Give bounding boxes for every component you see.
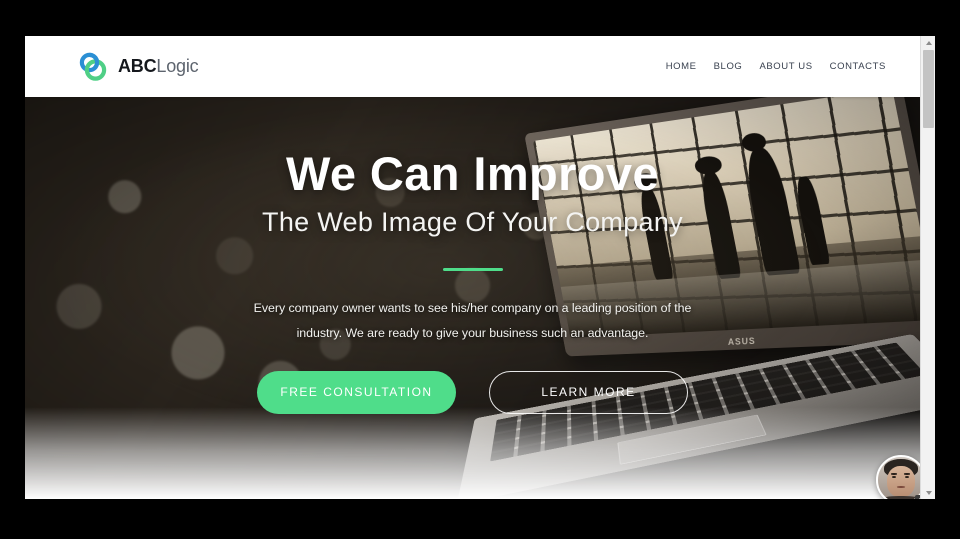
hero-subtitle: The Web Image Of Your Company [262, 207, 683, 238]
hero-section: ASUS We Can Improve The Web Image Of You… [25, 97, 920, 499]
brand-wordmark: ABCLogic [118, 56, 199, 77]
free-consultation-button[interactable]: FREE CONSULTATION [257, 370, 456, 414]
hero-content: We Can Improve The Web Image Of Your Com… [25, 97, 920, 499]
nav-item-contacts[interactable]: CONTACTS [830, 61, 886, 72]
avatar-skin [887, 466, 915, 497]
hero-action-buttons: FREE CONSULTATION LEARN MORE [257, 370, 688, 414]
avatar-face [878, 457, 920, 499]
screenshot-root: ABCLogic HOME BLOG ABOUT US CONTACTS We … [0, 0, 960, 539]
main-navigation: HOME BLOG ABOUT US CONTACTS [666, 61, 886, 72]
nav-item-blog[interactable]: BLOG [714, 61, 743, 72]
vertical-scrollbar[interactable] [920, 36, 935, 499]
chat-widget[interactable] [876, 455, 920, 499]
brand-name-bold: ABC [118, 56, 157, 76]
triangle-down-icon[interactable] [921, 486, 935, 499]
nav-item-about-us[interactable]: ABOUT US [759, 61, 812, 72]
avatar-brow [890, 473, 898, 475]
hero-paragraph: Every company owner wants to see his/her… [253, 300, 692, 341]
brand-logo[interactable]: ABCLogic [77, 51, 199, 82]
avatar-brow [903, 473, 911, 475]
hero-title: We Can Improve [286, 147, 659, 200]
site-header: ABCLogic HOME BLOG ABOUT US CONTACTS [25, 36, 920, 97]
two-interlocking-rings-logo-icon [77, 51, 108, 82]
nav-item-home[interactable]: HOME [666, 61, 697, 72]
learn-more-button[interactable]: LEARN MORE [489, 370, 688, 414]
hero-divider [442, 267, 503, 271]
person-avatar-icon[interactable] [876, 455, 920, 499]
brand-name-light: Logic [156, 56, 199, 76]
triangle-up-icon[interactable] [921, 36, 935, 49]
browser-viewport: ABCLogic HOME BLOG ABOUT US CONTACTS We … [25, 36, 935, 499]
scrollbar-thumb[interactable] [923, 50, 934, 128]
